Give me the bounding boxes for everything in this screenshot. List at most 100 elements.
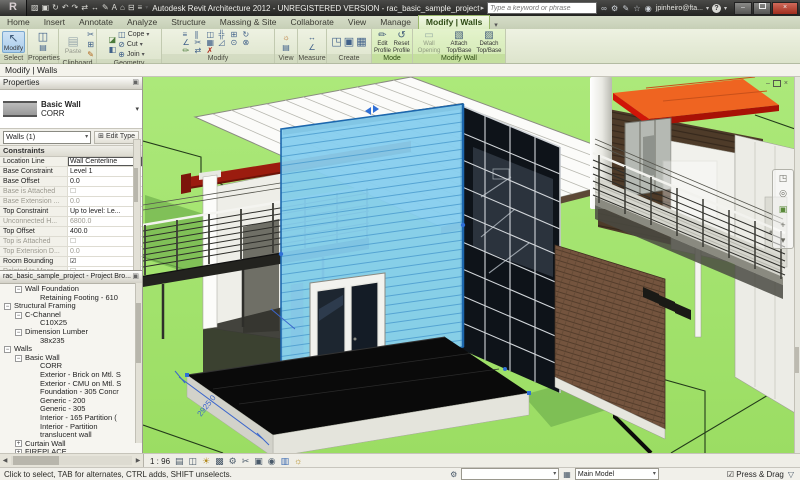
curtain-wall[interactable] — [460, 105, 560, 393]
offset-icon[interactable]: ∥ — [195, 30, 206, 38]
help-caret-icon[interactable]: ▾ — [724, 5, 727, 12]
project-browser-title[interactable]: rac_basic_sample_project - Project Bro..… — [0, 271, 142, 284]
scale-button[interactable]: 1 : 96 — [150, 457, 170, 466]
temporary-hide-isolate-icon[interactable]: ▥ — [281, 455, 290, 467]
tree-item-38x235[interactable]: 38x235 — [0, 337, 142, 346]
trim-icon[interactable]: ∠ — [183, 38, 194, 46]
undo-icon[interactable]: ↶ — [62, 1, 69, 15]
prop-row-base-constraint[interactable]: Base ConstraintLevel 1 — [0, 167, 142, 177]
properties-palette-icon[interactable]: ◫ — [38, 33, 48, 42]
measure-icon[interactable]: ⇄ — [81, 1, 88, 15]
paste-button[interactable]: ▤ Paste — [61, 35, 85, 55]
design-options-icon[interactable]: ▦ — [563, 470, 571, 479]
visual-style-icon[interactable]: ◫ — [189, 455, 198, 467]
communication-center-icon[interactable]: ✎ — [622, 4, 629, 13]
rendering-dialog-icon[interactable]: ⚙ — [229, 455, 237, 467]
tree-item-foundation-305[interactable]: Foundation - 305 Concr — [0, 388, 142, 397]
mirror-icon[interactable]: ◫ — [207, 30, 218, 38]
move-icon[interactable]: ╬ — [219, 30, 230, 38]
section-header-constraints[interactable]: Constraints ▾ — [0, 145, 142, 157]
zoom-icon[interactable]: + — [780, 220, 785, 230]
palette-pin-icon[interactable]: ▣ — [132, 77, 139, 89]
tab-structure[interactable]: Structure — [164, 16, 213, 29]
demolish-icon[interactable]: ◧ — [109, 45, 117, 54]
search-binoculars-icon[interactable]: ∞ — [601, 4, 607, 13]
tree-item-generic-305[interactable]: Generic - 305 — [0, 405, 142, 414]
linework-icon[interactable]: ▤ — [282, 43, 290, 52]
expander-icon[interactable]: − — [15, 329, 22, 336]
tab-analyze[interactable]: Analyze — [120, 16, 164, 29]
tree-item-translucent-wall[interactable]: translucent wall — [0, 431, 142, 440]
tree-item-interior-partition[interactable]: Interior - Partition — [0, 423, 142, 432]
worksets-icon[interactable]: ⚙ — [450, 470, 457, 479]
viewcube-icon[interactable]: ◳ — [779, 173, 788, 183]
tree-item-generic-200[interactable]: Generic - 200 — [0, 397, 142, 406]
default-3d-view-icon[interactable]: ⌂ — [120, 1, 125, 15]
save-icon[interactable]: ▣ — [42, 1, 50, 15]
view-minimize-icon[interactable]: – — [766, 80, 770, 88]
create-assembly-icon[interactable]: ▦ — [356, 38, 366, 47]
unpin-icon[interactable]: ⊗ — [243, 38, 254, 46]
prop-row-base-offset[interactable]: Base Offset0.0 — [0, 177, 142, 187]
browser-h-scrollbar[interactable]: ◀ ▶ — [0, 454, 144, 467]
copy-icon[interactable]: ⊞ — [231, 30, 242, 38]
paint-small-icon[interactable]: ✏ — [183, 46, 194, 54]
view-close-icon[interactable]: × — [784, 80, 788, 88]
reveal-icon[interactable]: ☼ — [282, 33, 289, 42]
tree-item-exterior-brick[interactable]: Exterior - Brick on Mtl. S — [0, 371, 142, 380]
detail-level-icon[interactable]: ▤ — [175, 455, 184, 467]
type-selector-caret-icon[interactable]: ▾ — [135, 105, 139, 113]
join-geometry-button[interactable]: ⊕ Join▾ — [118, 50, 145, 59]
close-button[interactable]: × — [772, 2, 798, 15]
tab-annotate[interactable]: Annotate — [72, 16, 120, 29]
tab-manage[interactable]: Manage — [373, 16, 418, 29]
search-go-icon[interactable]: ▸ — [481, 4, 485, 12]
type-selector[interactable]: Basic Wall CORR ▾ — [0, 90, 142, 129]
properties-scrollbar[interactable] — [133, 139, 141, 271]
selection-filter-icon[interactable]: ▽ — [788, 470, 796, 479]
crop-region-icon[interactable]: ▣ — [254, 455, 263, 467]
tab-collaborate[interactable]: Collaborate — [283, 16, 340, 29]
prop-row-base-extension[interactable]: Base Extension ...0.0 — [0, 197, 142, 207]
reset-profile-button[interactable]: ↺ Reset Profile — [393, 30, 410, 54]
pin-icon[interactable]: ⊙ — [231, 38, 242, 46]
redo-icon[interactable]: ↷ — [72, 1, 79, 15]
expander-icon[interactable]: − — [15, 355, 22, 362]
tab-view[interactable]: View — [341, 16, 373, 29]
paint-icon[interactable]: ◪ — [109, 35, 117, 44]
steering-wheel-icon[interactable]: ◎ — [779, 188, 787, 198]
sun-path-icon[interactable]: ☀ — [202, 455, 210, 467]
ribbon-state-caret-icon[interactable]: ▾ — [490, 21, 502, 29]
array-icon[interactable]: ▦ — [207, 38, 218, 46]
sign-in-avatar-icon[interactable]: ◉ — [645, 4, 652, 13]
browser-pin-icon[interactable]: ▣ — [132, 271, 139, 283]
crop-view-icon[interactable]: ✂ — [242, 455, 250, 467]
type-properties-icon[interactable]: ▤ — [39, 43, 47, 52]
angular-dimension-icon[interactable]: ∠ — [308, 43, 315, 52]
tab-modify-walls[interactable]: Modify | Walls — [418, 15, 490, 29]
user-caret-icon[interactable]: ▾ — [706, 5, 709, 12]
properties-palette-title[interactable]: Properties ▣ — [0, 77, 142, 90]
tree-item-interior-165[interactable]: Interior - 165 Partition ( — [0, 414, 142, 423]
tree-item-retaining-footing[interactable]: Retaining Footing - 610 — [0, 294, 142, 303]
prop-row-top-is-attached[interactable]: Top is Attached☐ — [0, 237, 142, 247]
tree-item-walls[interactable]: −Walls — [0, 345, 142, 354]
match-icon[interactable]: ⇄ — [195, 46, 206, 54]
scroll-left-icon[interactable]: ◀ — [0, 457, 10, 464]
expander-icon[interactable]: − — [15, 286, 22, 293]
thin-lines-icon[interactable]: ≡ — [138, 1, 143, 15]
open-icon[interactable]: ▨ — [31, 1, 39, 15]
subscription-center-icon[interactable]: ⚙ — [611, 4, 618, 13]
shadows-icon[interactable]: ▩ — [215, 455, 224, 467]
cut-to-clipboard-icon[interactable]: ✂ — [87, 30, 94, 39]
wall-opening-button[interactable]: ▭ Wall Opening — [415, 30, 443, 54]
press-drag-checkbox[interactable]: ☑ Press & Drag — [727, 470, 784, 479]
prop-row-room-bounding[interactable]: Room Bounding☑ — [0, 257, 142, 267]
prop-row-unconnected-height[interactable]: Unconnected H...6800.0 — [0, 217, 142, 227]
tree-item-structural-framing[interactable]: −Structural Framing — [0, 302, 142, 311]
expander-icon[interactable]: + — [15, 440, 22, 447]
cut-geometry-button[interactable]: ⊘ Cut▾ — [118, 40, 143, 49]
tree-item-curtain-wall[interactable]: +Curtain Wall — [0, 440, 142, 449]
modify-button[interactable]: ↖ Modify — [2, 31, 25, 53]
sync-icon[interactable]: ↻ — [52, 1, 59, 15]
